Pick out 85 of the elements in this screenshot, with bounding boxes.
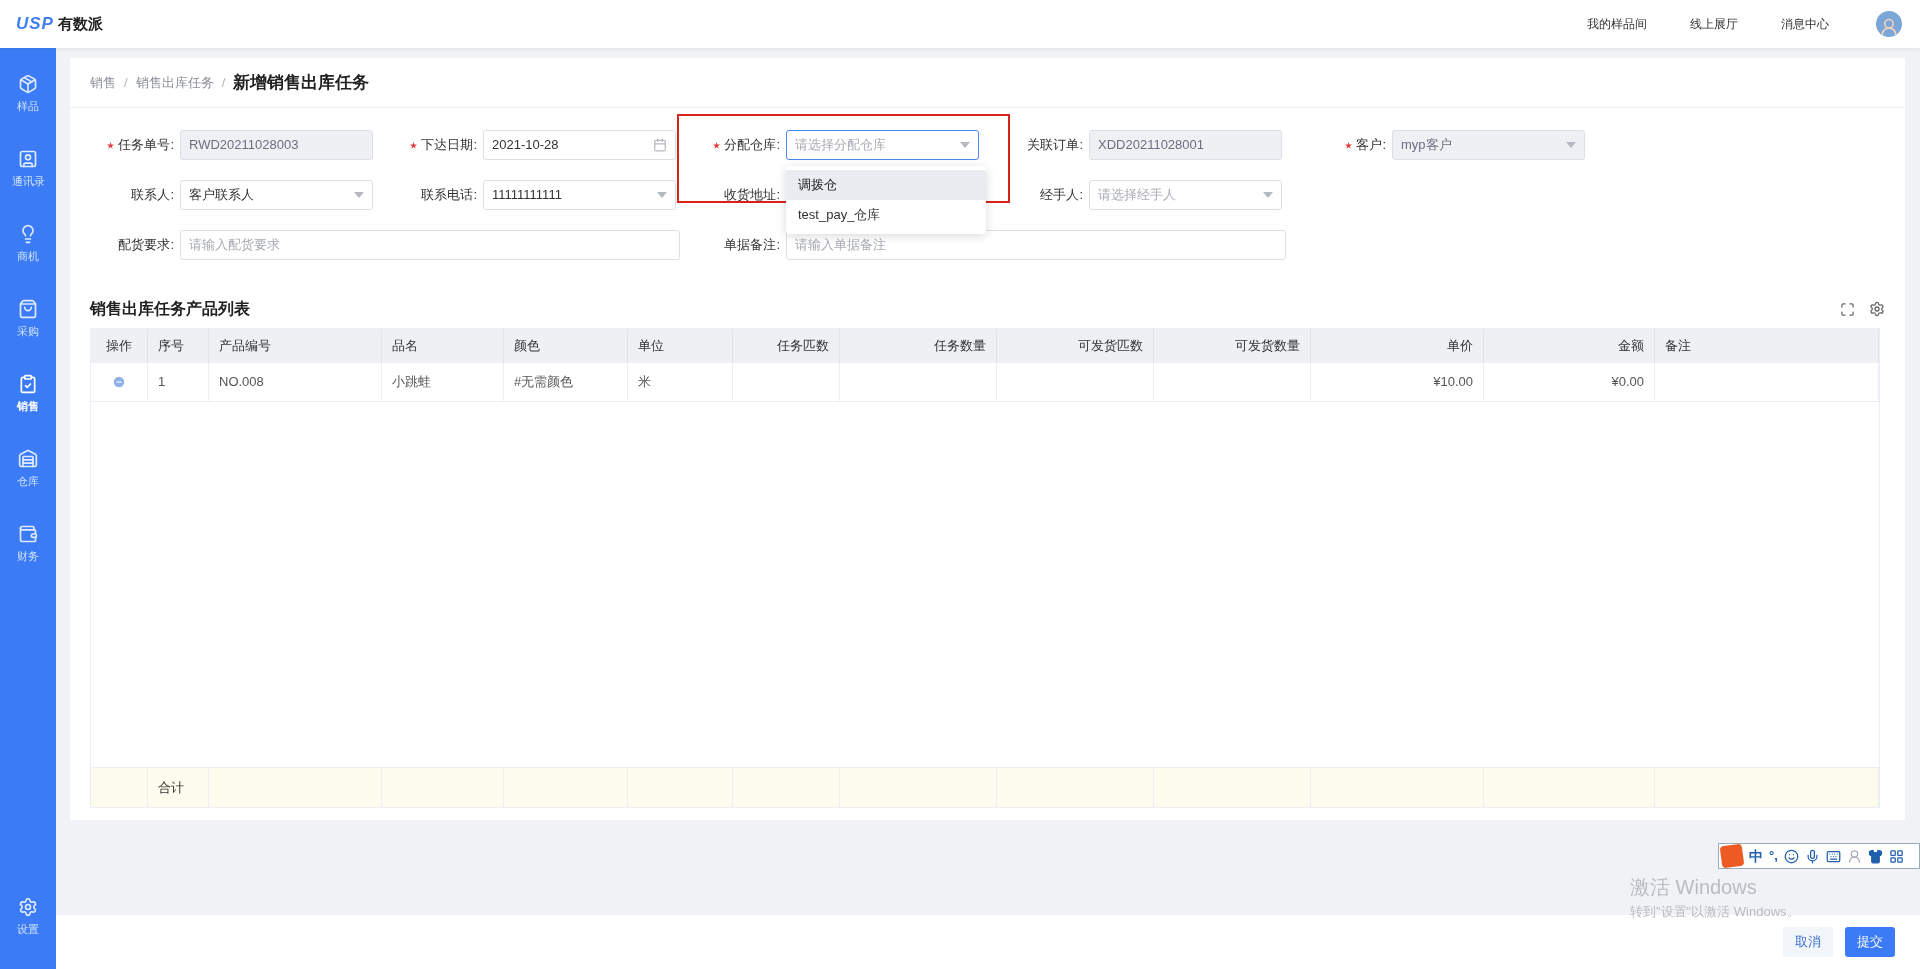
date-field[interactable]: 2021-10-28 [483, 130, 676, 160]
sidebar-icon [18, 299, 38, 319]
cancel-button[interactable]: 取消 [1783, 927, 1833, 957]
dropdown-option[interactable]: test_pay_仓库 [786, 200, 986, 230]
caret-icon [960, 142, 970, 148]
column-header: 任务数量 [934, 337, 986, 356]
sidebar-item[interactable]: 仓库 [0, 449, 56, 524]
field-label: 下达日期: [421, 136, 477, 155]
settings-icon [18, 897, 38, 917]
table-cell-text: #无需颜色 [514, 373, 574, 392]
field-label: 经手人: [1040, 186, 1083, 205]
sidebar-item[interactable]: 商机 [0, 224, 56, 299]
column-header: 任务匹数 [777, 337, 829, 356]
sidebar-icon [18, 74, 38, 94]
fullscreen-icon[interactable] [1840, 301, 1855, 317]
table-cell-text: ¥10.00 [1433, 373, 1473, 392]
breadcrumb-link[interactable]: 销售出库任务 [135, 72, 214, 93]
caret-icon [354, 192, 364, 198]
sidebar-item[interactable]: 财务 [0, 524, 56, 599]
activation-message: 转到"设置"以激活 Windows。 [1630, 903, 1800, 921]
column-header: 单位 [638, 337, 664, 356]
submit-button[interactable]: 提交 [1845, 927, 1895, 957]
caret-icon [657, 192, 667, 198]
sidebar-item[interactable]: 通讯录 [0, 149, 56, 224]
field-label: 分配仓库: [724, 136, 780, 155]
column-header: 序号 [158, 337, 184, 356]
field-label: 收货地址: [724, 186, 780, 205]
input-field[interactable]: 请输入配货要求 [180, 230, 680, 260]
field-label: 任务单号: [118, 136, 174, 155]
sidebar-icon [18, 449, 38, 469]
sidebar-item[interactable]: 采购 [0, 299, 56, 374]
select-field[interactable]: 请选择经手人 [1089, 180, 1282, 210]
column-header: 品名 [392, 337, 418, 356]
sidebar-icon [18, 524, 38, 544]
field-label: 联系电话: [421, 186, 477, 205]
field-label: 单据备注: [724, 236, 780, 255]
nav-link[interactable]: 线上展厅 [1690, 15, 1738, 33]
select-field[interactable]: 11111111111 [483, 180, 676, 210]
field-label: 关联订单: [1027, 136, 1083, 155]
select-field[interactable]: 请选择分配仓库 [786, 130, 979, 160]
emoji-icon[interactable] [1783, 848, 1799, 864]
column-header: 可发货数量 [1235, 337, 1300, 356]
caret-icon [1263, 192, 1273, 198]
ime-punctuation[interactable]: °, [1769, 846, 1778, 866]
nav-link[interactable]: 我的样品间 [1587, 15, 1647, 33]
column-header: 金额 [1618, 337, 1644, 356]
keyboard-icon[interactable] [1825, 848, 1841, 864]
field-label: 联系人: [131, 186, 174, 205]
logo: USP [16, 13, 54, 36]
brand-name: 有数派 [57, 13, 103, 34]
table-cell-text: 1 [158, 373, 166, 392]
shirt-icon[interactable] [1867, 848, 1883, 864]
calendar-icon [653, 138, 667, 152]
dropdown-option[interactable]: 调拨仓 [786, 170, 986, 200]
field-label: 客户: [1356, 136, 1386, 155]
sidebar-item[interactable]: 销售 [0, 374, 56, 449]
select-field[interactable]: 客户联系人 [180, 180, 373, 210]
sidebar-item[interactable]: 设置 [0, 897, 56, 957]
breadcrumb-separator: / [221, 73, 226, 92]
breadcrumb-link[interactable]: 销售 [90, 72, 116, 93]
microphone-icon[interactable] [1804, 848, 1820, 864]
total-label: 合计 [158, 778, 184, 797]
column-header: 可发货匹数 [1078, 337, 1143, 356]
table-cell-text: NO.008 [219, 373, 264, 392]
grid-icon[interactable] [1888, 848, 1904, 864]
table-cell-text: ¥0.00 [1611, 373, 1644, 392]
column-header: 颜色 [514, 337, 540, 356]
sidebar-icon [18, 149, 38, 169]
nav-link[interactable]: 消息中心 [1781, 15, 1829, 33]
table-cell-text: 米 [638, 373, 651, 392]
ime-mode[interactable]: 中 [1749, 845, 1763, 867]
settings-icon[interactable] [1869, 301, 1885, 317]
column-header: 备注 [1665, 337, 1691, 356]
page-title: 新增销售出库任务 [233, 71, 370, 94]
input-field[interactable]: 请输入单据备注 [786, 230, 1286, 260]
sidebar-icon [18, 374, 38, 394]
breadcrumb-separator: / [124, 73, 128, 92]
field-label: 配货要求: [118, 236, 174, 255]
column-header: 操作 [106, 337, 132, 356]
column-header: 单价 [1447, 337, 1473, 356]
table-title: 销售出库任务产品列表 [90, 299, 250, 319]
column-header: 产品编号 [219, 337, 271, 356]
sidebar-item[interactable]: 样品 [0, 74, 56, 149]
caret-icon [1566, 142, 1576, 148]
table-cell-text: 小跳蛙 [392, 373, 431, 392]
